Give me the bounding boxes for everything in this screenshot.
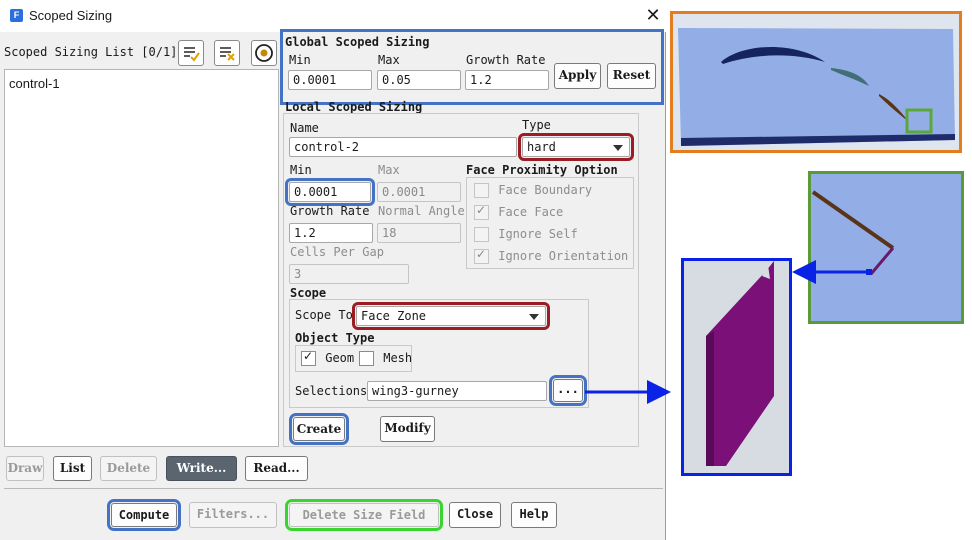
zoom-to-gurney-arrow bbox=[792, 260, 872, 284]
annotation-arrows bbox=[585, 260, 872, 404]
